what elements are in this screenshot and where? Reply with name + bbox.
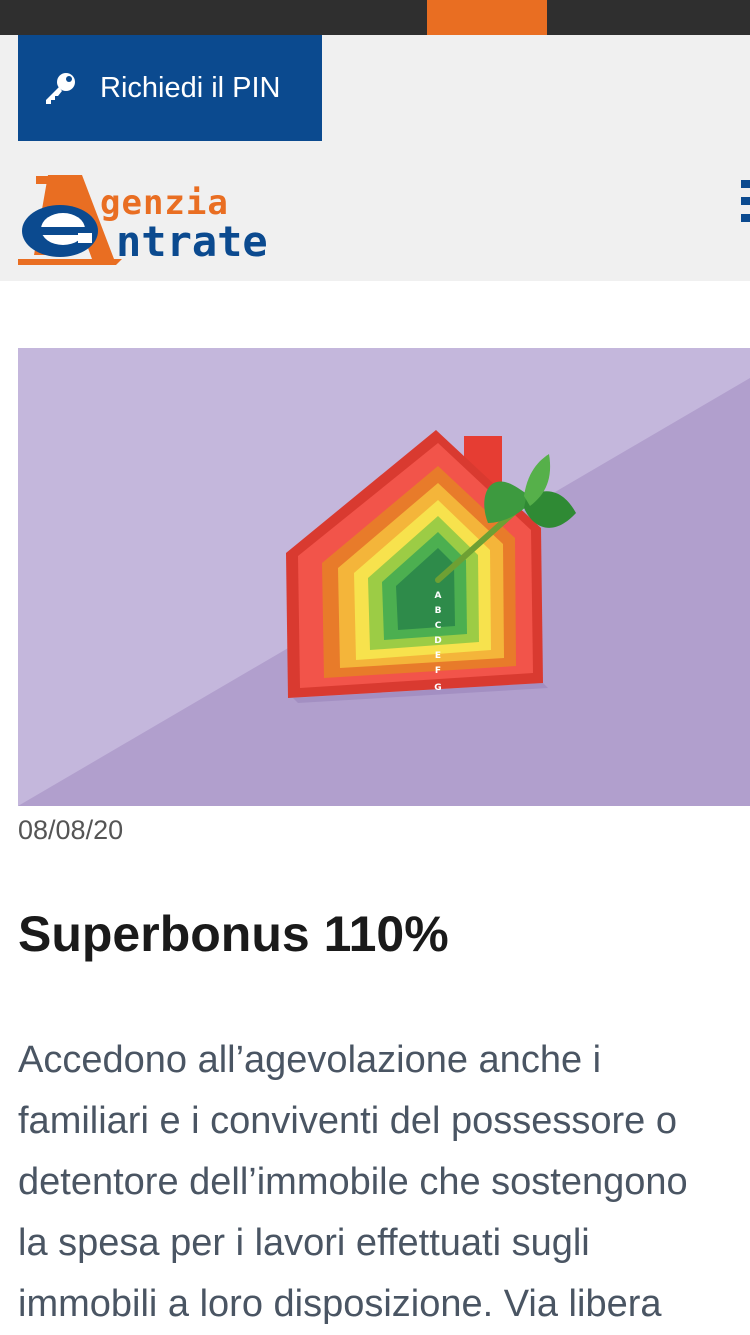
request-pin-label: Richiedi il PIN bbox=[100, 71, 281, 104]
svg-text:D: D bbox=[434, 636, 441, 646]
key-icon bbox=[46, 73, 75, 104]
hamburger-menu-icon[interactable] bbox=[741, 180, 750, 232]
summary-line: detentore dell’immobile che sostengono bbox=[18, 1161, 688, 1203]
svg-text:B: B bbox=[435, 606, 442, 616]
logo-word-entrate: ntrate bbox=[116, 217, 268, 266]
svg-text:C: C bbox=[435, 621, 442, 631]
agenzia-entrate-logo[interactable]: genzia ntrate bbox=[18, 173, 318, 266]
request-pin-button[interactable]: Richiedi il PIN bbox=[18, 35, 322, 141]
article-date: 08/08/20 bbox=[18, 815, 124, 845]
svg-text:F: F bbox=[435, 666, 441, 676]
summary-line: familiari e i conviventi del possessore … bbox=[18, 1100, 677, 1142]
svg-text:G: G bbox=[434, 683, 441, 693]
article-title[interactable]: Superbonus 110% bbox=[18, 905, 449, 963]
svg-text:A: A bbox=[435, 591, 442, 601]
svg-text:E: E bbox=[435, 651, 441, 661]
article-hero-image[interactable]: A B C D E F G bbox=[18, 348, 750, 806]
status-bar bbox=[0, 0, 750, 35]
article-summary: Accedono all’agevolazione anche i famili… bbox=[18, 1030, 750, 1335]
summary-line: Accedono all’agevolazione anche i bbox=[18, 1039, 602, 1081]
status-bar-accent bbox=[427, 0, 547, 35]
summary-line: la spesa per i lavori effettuati sugli bbox=[18, 1222, 590, 1264]
energy-class-house-dart-image: A B C D E F G bbox=[18, 348, 750, 806]
summary-line: immobili a loro disposizione. Via libera bbox=[18, 1283, 662, 1325]
site-header: Richiedi il PIN genzia ntrate bbox=[0, 35, 750, 281]
